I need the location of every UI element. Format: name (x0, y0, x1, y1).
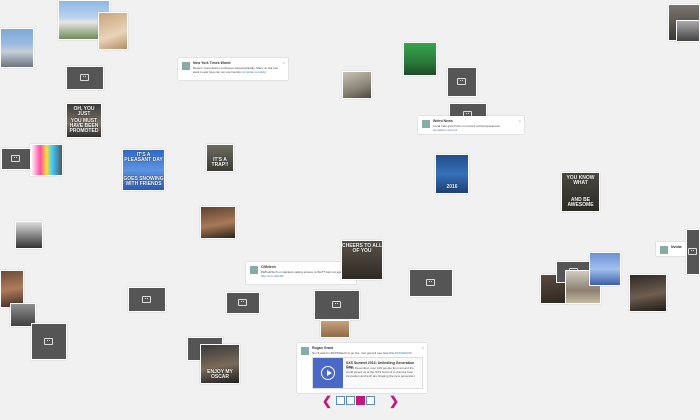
meme-caption-top: IT'S A PLEASANT DAY (124, 152, 163, 163)
image-placeholder[interactable] (409, 269, 453, 297)
meme-caption-bottom: GOES SNOWING WITH FRIENDS (123, 176, 164, 187)
chevron-right-icon[interactable]: ❯ (389, 395, 399, 407)
broken-image-icon (238, 299, 247, 306)
image-placeholder[interactable] (226, 292, 260, 314)
image-placeholder[interactable] (31, 323, 67, 360)
image-tile[interactable] (200, 206, 236, 239)
broken-image-icon (11, 155, 20, 162)
play-icon[interactable] (321, 366, 335, 380)
meme-caption-bottom: AND BE AWESOME (567, 197, 594, 208)
broken-image-icon (688, 248, 697, 255)
image-tile[interactable] (30, 144, 63, 176)
avatar (301, 347, 309, 355)
image-tile[interactable] (589, 252, 621, 286)
tweet-author: CNNtech (261, 265, 276, 269)
meme-image[interactable]: 2016 (435, 154, 469, 194)
meme-image[interactable]: YOU KNOW WHAT AND BE AWESOME (561, 172, 600, 212)
image-placeholder[interactable] (128, 287, 166, 312)
tweet-author: Rogan Grant (312, 346, 334, 350)
avatar (182, 62, 190, 70)
meme-caption-top: CHEERS TO ALL OF YOU (342, 243, 383, 254)
tweet-card[interactable]: CNNtech #WhatsTech on Hackers selling ac… (246, 262, 356, 284)
meme-caption-bottom: IT'S A TRAP!! (211, 157, 229, 168)
image-placeholder[interactable] (447, 67, 477, 97)
page-indicator-1[interactable] (336, 396, 345, 405)
meme-image[interactable]: CHEERS TO ALL OF YOU (341, 240, 383, 280)
tweet-card[interactable]: Rogan Grant × So I'll wait for #SXSWtech… (297, 343, 427, 393)
meme-caption-bottom: ENJOY MY OSCAR (207, 369, 233, 380)
broken-image-icon (457, 78, 466, 85)
tweet-text: #WhatsTech on Hackers selling access to … (261, 270, 344, 278)
tweet-card[interactable]: New York Times World × Report: Coronavir… (178, 58, 288, 80)
image-tile[interactable] (342, 71, 372, 99)
link-preview-card[interactable]: SXS Summit 2016: Unlimiting Generation G… (312, 357, 423, 389)
image-tile[interactable]: IT'S A TRAP!! (206, 144, 234, 172)
image-tile[interactable] (0, 28, 34, 68)
tweet-author: New York Times World (193, 61, 231, 65)
meme-image[interactable]: OH, YOU JUST YOU MUST HAVE BEEN PROMOTED (66, 103, 102, 138)
meme-caption-top: OH, YOU JUST (73, 106, 95, 117)
image-placeholder[interactable] (686, 229, 700, 275)
collage-canvas: OH, YOU JUST YOU MUST HAVE BEEN PROMOTED… (0, 0, 700, 420)
broken-image-icon (44, 337, 53, 345)
tweet-author: Nvidia (671, 245, 682, 249)
meme-caption-top: YOU KNOW WHAT (566, 175, 595, 186)
avatar (250, 266, 258, 274)
card-description: On 12 December, over 100 people from aro… (346, 366, 415, 378)
page-indicator-2[interactable] (346, 396, 355, 405)
image-tile[interactable] (98, 12, 128, 50)
image-placeholder[interactable] (1, 148, 31, 170)
close-icon[interactable]: × (519, 118, 521, 123)
tweet-text: Local man gets frozen in record cold tem… (433, 124, 500, 132)
pagination: ❮ ❯ (322, 395, 400, 407)
close-icon[interactable]: × (283, 60, 285, 65)
meme-caption-bottom: YOU MUST HAVE BEEN PROMOTED (69, 118, 99, 134)
image-placeholder[interactable] (66, 66, 104, 90)
image-tile[interactable] (676, 20, 700, 42)
image-tile[interactable] (320, 320, 350, 338)
image-tile[interactable] (403, 42, 437, 76)
broken-image-icon (142, 295, 151, 303)
avatar (422, 120, 430, 128)
page-indicator-3[interactable] (356, 396, 365, 405)
tweet-author: Weird News (433, 119, 453, 123)
broken-image-icon (426, 279, 435, 286)
image-placeholder[interactable] (314, 290, 360, 320)
meme-image[interactable]: ENJOY MY OSCAR (200, 344, 240, 384)
video-thumbnail[interactable] (313, 358, 343, 388)
tweet-card[interactable]: Weird News × Local man gets frozen in re… (418, 116, 524, 134)
avatar (660, 246, 668, 254)
image-tile[interactable] (629, 274, 667, 312)
image-tile[interactable] (15, 221, 43, 249)
meme-caption-bottom: 2016 (446, 184, 458, 190)
chevron-left-icon[interactable]: ❮ (322, 395, 332, 407)
meme-image[interactable]: IT'S A PLEASANT DAY GOES SNOWING WITH FR… (122, 149, 165, 191)
page-indicator-4[interactable] (366, 396, 375, 405)
tweet-text: Report: Coronavirus continues spread glo… (193, 66, 278, 74)
broken-image-icon (332, 301, 341, 308)
tweet-text: So I'll wait for #SXSWtech to go live. G… (312, 351, 412, 355)
broken-image-icon (80, 74, 89, 81)
close-icon[interactable]: × (422, 345, 424, 350)
